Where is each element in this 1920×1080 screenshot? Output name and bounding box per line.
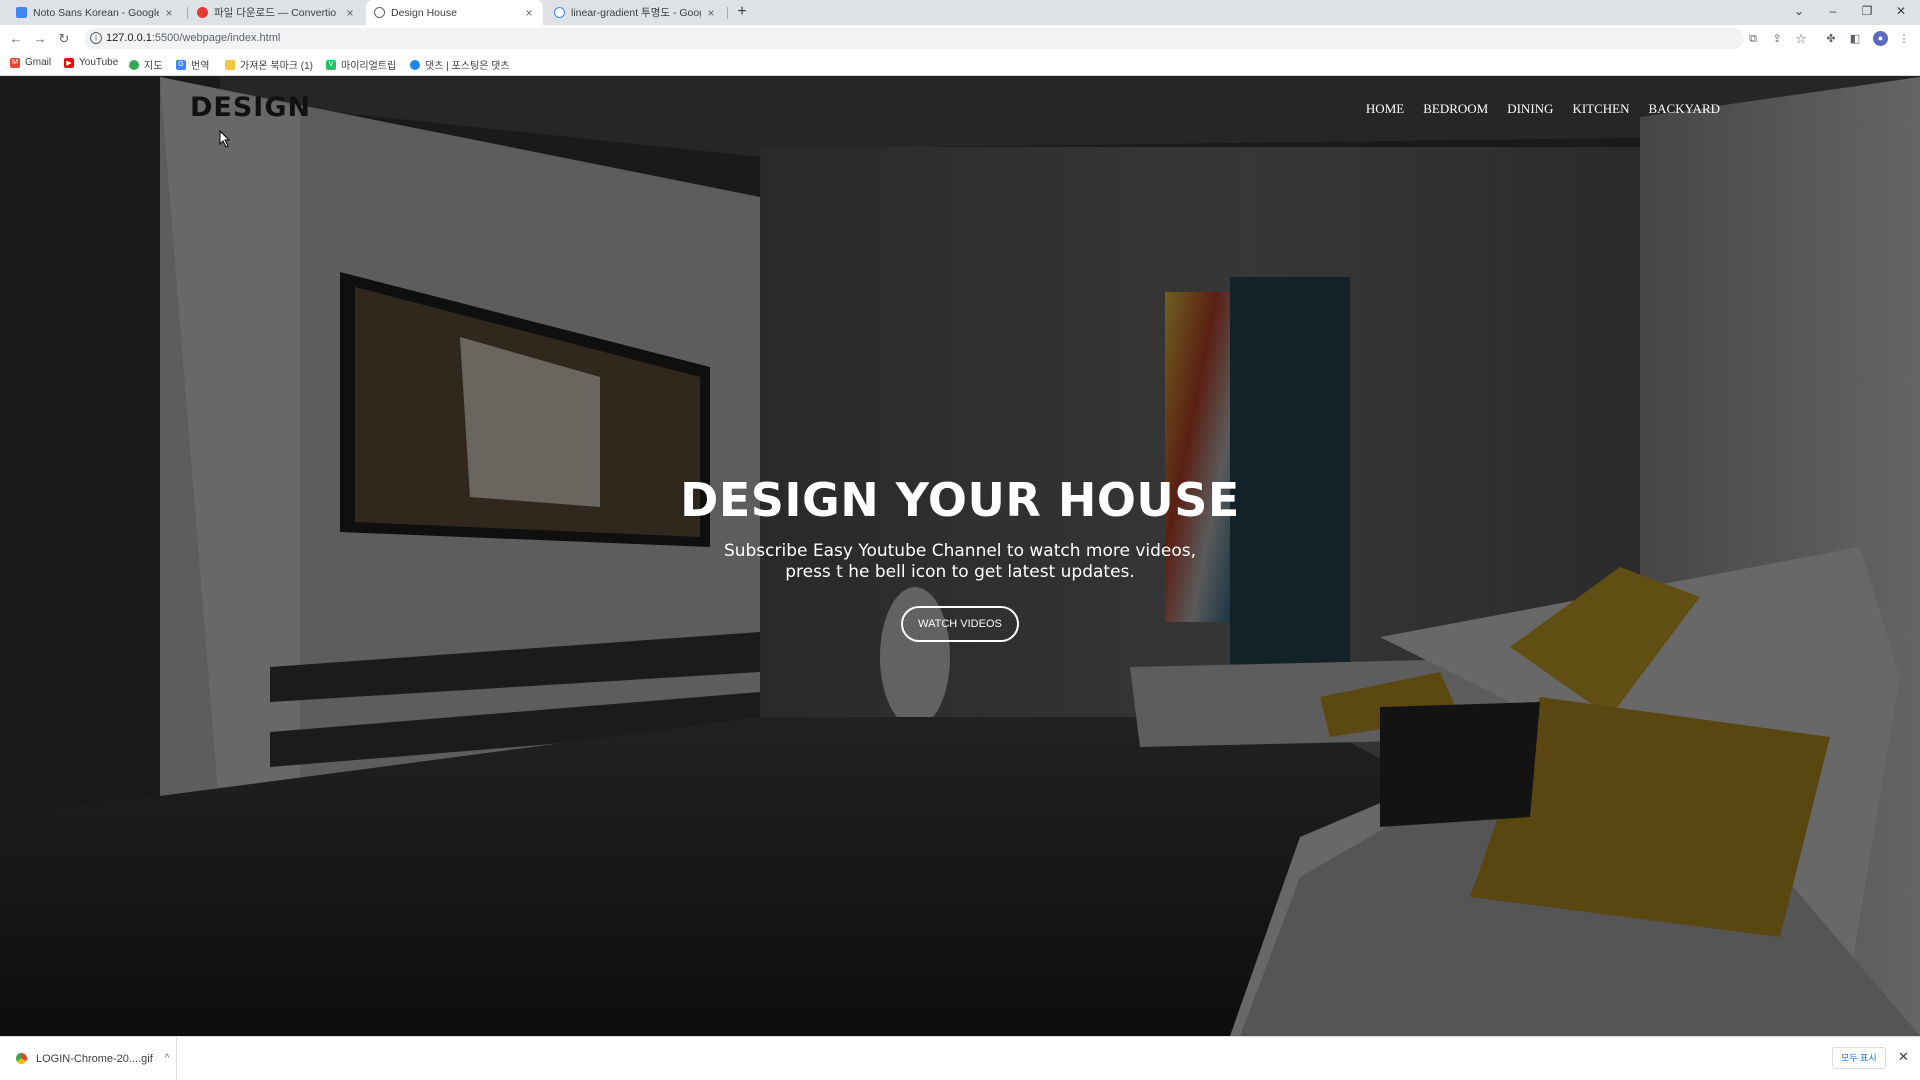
- forward-icon[interactable]: →: [30, 29, 50, 49]
- close-tab-icon[interactable]: ×: [163, 6, 175, 20]
- chrome-icon: [16, 1053, 27, 1064]
- page-viewport: DESIGN HOME BEDROOM DINING KITCHEN BACKY…: [0, 77, 1920, 1036]
- minimize-icon[interactable]: –: [1816, 0, 1850, 25]
- url-path: :5500/webpage/index.html: [151, 32, 281, 44]
- gmail-icon: M: [10, 57, 20, 68]
- nav-kitchen[interactable]: KITCHEN: [1572, 101, 1629, 117]
- hero-subtitle: Subscribe Easy Youtube Channel to watch …: [0, 541, 1920, 583]
- mouse-cursor-icon: [219, 130, 231, 148]
- tab-search-icon[interactable]: ⌄: [1782, 0, 1816, 25]
- hero-title: DESIGN YOUR HOUSE: [680, 473, 1240, 527]
- google-fonts-icon: [16, 7, 27, 18]
- chevron-up-icon[interactable]: ^: [165, 1053, 170, 1064]
- myrealtrip-icon: V: [326, 59, 336, 70]
- tab-separator: [727, 7, 728, 19]
- site-info-icon[interactable]: i: [90, 32, 102, 44]
- download-item[interactable]: LOGIN-Chrome-20....gif ^: [12, 1037, 177, 1080]
- show-all-button[interactable]: 모두 표시: [1832, 1047, 1886, 1069]
- bookmark-label: 가져온 북마크 (1): [240, 61, 313, 72]
- bookmark-label: Gmail: [25, 57, 52, 68]
- watch-videos-button[interactable]: WATCH VIDEOS: [901, 606, 1019, 642]
- close-shelf-icon[interactable]: ✕: [1898, 1049, 1909, 1065]
- reload-icon[interactable]: ↻: [54, 29, 74, 49]
- close-tab-icon[interactable]: ×: [344, 6, 356, 20]
- main-nav: HOME BEDROOM DINING KITCHEN BACKYARD: [1366, 101, 1720, 117]
- tab-strip: Noto Sans Korean - Google Fo... × 파일 다운로…: [0, 0, 1920, 25]
- youtube-icon: ▶: [64, 57, 74, 68]
- bookmark-label: 번역: [191, 61, 210, 72]
- restore-icon[interactable]: ❐: [1850, 0, 1884, 25]
- menu-icon[interactable]: ⋮: [1895, 30, 1913, 48]
- globe-icon: [374, 7, 385, 18]
- nav-dining[interactable]: DINING: [1507, 101, 1553, 117]
- translate-icon[interactable]: ⧉: [1744, 30, 1762, 48]
- bookmark-youtube[interactable]: ▶ YouTube: [64, 57, 118, 68]
- tab-separator: [187, 7, 188, 19]
- tab-title: linear-gradient 투명도 - Googl...: [571, 7, 701, 19]
- back-icon[interactable]: ←: [6, 29, 26, 49]
- bookmarks-bar: M Gmail ▶ YouTube 지도 G 번역 가져온 북마크 (1) V …: [0, 52, 1920, 76]
- translate-icon: G: [176, 59, 186, 70]
- new-tab-icon[interactable]: +: [733, 3, 751, 21]
- folder-icon: [225, 59, 235, 70]
- bookmark-thats[interactable]: 댓츠 | 포스팅은 댓츠: [410, 57, 510, 72]
- download-shelf: LOGIN-Chrome-20....gif ^ 모두 표시 ✕: [0, 1036, 1920, 1080]
- thats-icon: [410, 59, 420, 70]
- bookmark-gmail[interactable]: M Gmail: [10, 57, 51, 68]
- tab-title: Design House: [391, 6, 457, 19]
- download-filename: LOGIN-Chrome-20....gif: [36, 1052, 153, 1065]
- tab-title: 파일 다운로드 — Convertio: [214, 7, 337, 19]
- tab-convertio[interactable]: 파일 다운로드 — Convertio ×: [189, 0, 364, 25]
- share-icon[interactable]: ⇪: [1768, 30, 1786, 48]
- bookmark-maps[interactable]: 지도: [129, 57, 162, 72]
- bookmark-star-icon[interactable]: ☆: [1792, 30, 1810, 48]
- bookmark-label: YouTube: [79, 57, 119, 68]
- url-host: 127.0.0.1: [106, 32, 152, 44]
- bookmark-imported-folder[interactable]: 가져온 북마크 (1): [225, 57, 313, 72]
- hero-section: DESIGN YOUR HOUSE Subscribe Easy Youtube…: [0, 473, 1920, 642]
- bookmark-label: 마이리얼트립: [341, 61, 397, 72]
- hero-subtitle-line-2: press t he bell icon to get latest updat…: [785, 562, 1135, 582]
- profile-avatar[interactable]: ●: [1873, 31, 1888, 46]
- bookmark-myrealtrip[interactable]: V 마이리얼트립: [326, 57, 396, 72]
- bookmark-label: 지도: [144, 61, 163, 72]
- hero-subtitle-line-1: Subscribe Easy Youtube Channel to watch …: [723, 541, 1197, 561]
- site-logo[interactable]: DESIGN: [190, 92, 311, 123]
- address-bar[interactable]: i 127.0.0.1:5500/webpage/index.html: [84, 28, 1744, 49]
- convertio-icon: [197, 7, 208, 18]
- nav-backyard[interactable]: BACKYARD: [1648, 101, 1720, 117]
- map-pin-icon: [129, 59, 139, 70]
- close-tab-icon[interactable]: ×: [523, 6, 535, 20]
- nav-bedroom[interactable]: BEDROOM: [1423, 101, 1488, 117]
- close-window-icon[interactable]: ✕: [1884, 0, 1918, 25]
- extensions-icon[interactable]: ✤: [1822, 30, 1840, 48]
- bookmark-translate[interactable]: G 번역: [176, 57, 209, 72]
- bookmark-label: 댓츠 | 포스팅은 댓츠: [425, 61, 510, 72]
- google-icon: [554, 7, 565, 18]
- tab-linear-gradient[interactable]: linear-gradient 투명도 - Googl... ×: [546, 0, 725, 25]
- side-panel-icon[interactable]: ◧: [1846, 30, 1864, 48]
- tab-design-house[interactable]: Design House ×: [366, 0, 543, 25]
- tab-noto-sans[interactable]: Noto Sans Korean - Google Fo... ×: [8, 0, 183, 25]
- browser-toolbar: ← → ↻ i 127.0.0.1:5500/webpage/index.htm…: [0, 25, 1920, 52]
- nav-home[interactable]: HOME: [1366, 101, 1404, 117]
- tab-title: Noto Sans Korean - Google Fo...: [33, 6, 159, 19]
- close-tab-icon[interactable]: ×: [705, 6, 717, 20]
